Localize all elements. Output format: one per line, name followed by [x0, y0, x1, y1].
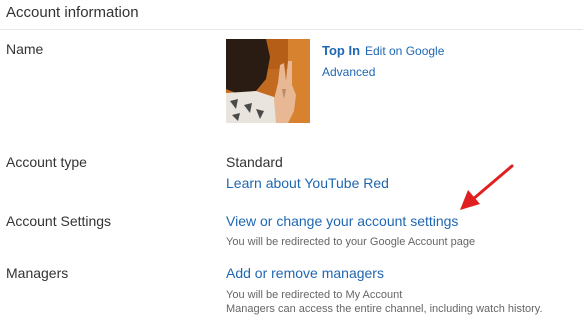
managers-help-redirect: You will be redirected to My Account — [226, 289, 403, 301]
channel-name-link[interactable]: Top In — [322, 43, 360, 58]
account-type-label: Account type — [6, 154, 87, 170]
section-title: Account information — [6, 4, 139, 21]
account-settings-help: You will be redirected to your Google Ac… — [226, 236, 476, 248]
section-divider — [0, 29, 583, 30]
learn-youtube-red-link[interactable]: Learn about YouTube Red — [226, 175, 389, 191]
annotation-arrow-icon — [460, 164, 514, 210]
name-label: Name — [6, 41, 44, 57]
avatar-photo — [226, 39, 310, 123]
managers-label: Managers — [6, 265, 69, 281]
managers-help-access: Managers can access the entire channel, … — [226, 303, 543, 315]
account-type-value: Standard — [226, 154, 283, 170]
advanced-link[interactable]: Advanced — [322, 65, 375, 79]
add-remove-managers-link[interactable]: Add or remove managers — [226, 265, 384, 281]
channel-avatar[interactable] — [226, 39, 310, 123]
edit-on-google-link[interactable]: Edit on Google — [365, 44, 444, 58]
account-settings-label: Account Settings — [6, 213, 112, 229]
account-settings-link[interactable]: View or change your account settings — [226, 213, 458, 229]
